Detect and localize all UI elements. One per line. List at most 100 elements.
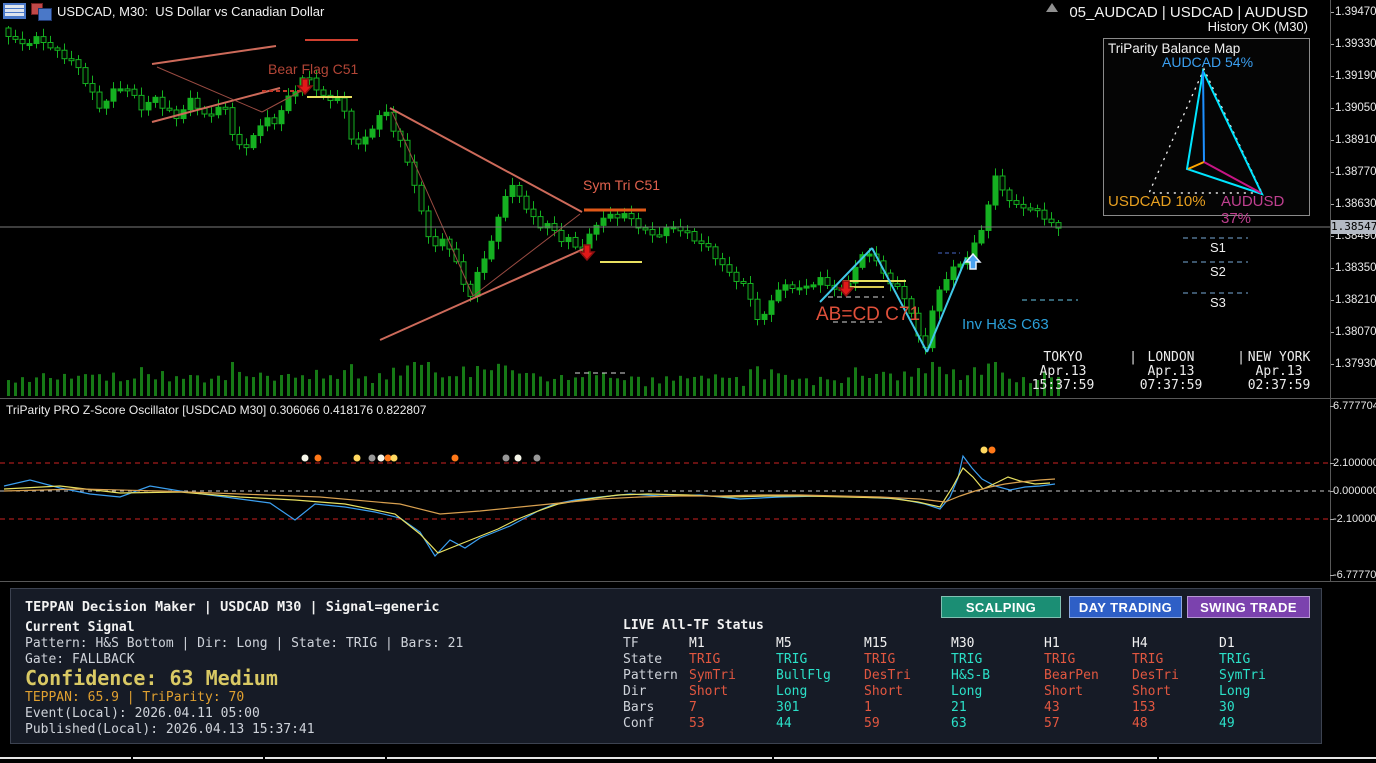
oscillator-signal-dot [451,454,459,462]
buy-signal-arrow-icon [964,252,982,270]
oscillator-signal-dot [353,454,361,462]
scalping-button[interactable]: SCALPING [941,596,1061,618]
decision-maker-panel: TEPPAN Decision Maker | USDCAD M30 | Sig… [10,588,1322,744]
confidence-line: Confidence: 63 Medium [25,666,278,690]
sr-label-s1: S1 [1210,240,1226,255]
tf-cell-m5: Long [776,684,808,699]
tf-cell-h1: 57 [1044,716,1060,731]
session-name: NEW YORK [1247,350,1311,365]
alltf-status-title: LIVE All-TF Status [623,618,764,633]
tf-cell-m15: TRIG [864,652,896,667]
session-time: 02:37:59 [1247,378,1311,393]
current-signal-title: Current Signal [25,620,135,635]
tf-row-label: Pattern [623,668,678,683]
tf-cell-m1: 53 [689,716,705,731]
price-axis-label: 1.38770 [1335,166,1376,178]
tf-row-label: State [623,652,663,667]
price-axis-label: 1.39050 [1335,102,1376,114]
swing-trade-button[interactable]: SWING TRADE [1187,596,1310,618]
terminal-frame-segment [774,757,1157,759]
current-price-box: 1.38547 [1331,220,1376,234]
gate-line: Gate: FALLBACK [25,652,135,667]
oscillator-signal-dot [301,454,309,462]
price-axis[interactable]: 1.39470 1.39330 1.39190 1.39050 1.38910 1.387… [1330,0,1376,398]
price-axis-label: 1.38350 [1335,262,1376,274]
tf-row-label: Conf [623,716,655,731]
pattern-overlay-line [151,45,277,65]
oscillator-signal-dot [377,454,385,462]
oscillator-title: TriParity PRO Z-Score Oscillator [USDCAD… [6,403,427,417]
price-axis-label: 1.39330 [1335,38,1376,50]
pattern-label-abcd: AB=CD C71 [816,304,921,325]
osc-axis-label: -6.777704 [1333,569,1376,581]
panel-separator-bottom[interactable] [0,581,1376,582]
oscillator-signal-dot [980,446,988,454]
tf-cell-d1: D1 [1219,636,1235,651]
published-line: Published(Local): 2026.04.13 15:37:41 [25,722,315,737]
tf-cell-h4: 153 [1132,700,1156,715]
sr-label-s3: S3 [1210,295,1226,310]
tf-cell-m1: Short [689,684,729,699]
tf-row-label: TF [623,636,639,651]
price-axis-label: 1.38910 [1335,134,1376,146]
price-axis-label: 1.38070 [1335,326,1376,338]
osc-axis-tick [1330,519,1334,520]
terminal-frame-segment [1159,757,1376,759]
tf-cell-h1: H1 [1044,636,1060,651]
pattern-overlay-line [151,87,281,123]
triparity-balance-map: TriParity Balance Map AUDCAD 54% USDCAD … [1103,38,1310,227]
oscillator-signal-dot [988,446,996,454]
osc-axis-tick [1330,491,1334,492]
tf-row-label: Dir [623,684,647,699]
tf-cell-m15: M15 [864,636,888,651]
panel-separator-top[interactable] [0,398,1376,399]
osc-axis-label: -2.100000 [1333,513,1376,525]
osc-axis-label: 2.100000 [1333,457,1376,469]
tf-cell-h1: TRIG [1044,652,1076,667]
session-date: Apr.13 [1255,364,1303,379]
tf-cell-h4: 48 [1132,716,1148,731]
price-axis-label: 1.39470 [1335,6,1376,18]
price-axis-label: 1.38210 [1335,294,1376,306]
tf-cell-m5: BullFlg [776,668,831,683]
osc-axis-label: 6.777704 [1333,400,1376,412]
price-axis-label: 1.37930 [1335,358,1376,370]
tf-cell-m30: H&S-B [951,668,991,683]
day-trading-button[interactable]: DAY TRADING [1069,596,1182,618]
tf-cell-m30: M30 [951,636,975,651]
chart-symbol-title: USDCAD, M30: US Dollar vs Canadian Dolla… [57,4,325,19]
tf-cell-m15: DesTri [864,668,911,683]
balance-map-audusd-label: AUDUSD 37% [1221,193,1285,227]
tf-cell-m1: SymTri [689,668,736,683]
tf-cell-m30: Long [951,684,983,699]
pattern-overlay-line [156,66,263,113]
osc-axis-label: 0.000000 [1333,485,1376,497]
tf-cell-d1: TRIG [1219,652,1251,667]
zscore-line-yellow [3,467,1051,554]
chart-shift-marker-icon [1046,3,1058,12]
tf-cell-h4: H4 [1132,636,1148,651]
terminal-frame-segment [387,757,772,759]
oscillator-signal-dot [502,454,510,462]
tf-cell-m15: 1 [864,700,872,715]
tf-cell-m5: M5 [776,636,792,651]
tf-cell-m1: M1 [689,636,705,651]
oscillator-signal-dot [533,454,541,462]
tf-cell-h4: Short [1132,684,1172,699]
chart-grid-icon[interactable] [3,3,26,19]
tf-cell-m5: 44 [776,716,792,731]
oscillator-signal-dot [368,454,376,462]
pattern-label-bear-flag: Bear Flag C51 [268,61,359,77]
osc-axis-tick [1330,406,1334,407]
tf-cell-h4: TRIG [1132,652,1164,667]
bar-chart-icon[interactable] [31,3,52,21]
balance-map-usdcad-label: USDCAD 10% [1108,193,1206,210]
scores-line: TEPPAN: 65.9 | TriParity: 70 [25,690,245,705]
event-line: Event(Local): 2026.04.11 05:00 [25,706,260,721]
oscillator-signal-dot [314,454,322,462]
osc-axis-tick [1330,463,1334,464]
oscillator-axis[interactable]: 6.777704 2.100000 0.000000 -2.100000 -6.7777… [1330,398,1376,581]
tf-cell-m1: 7 [689,700,697,715]
osc-axis-tick [1330,575,1334,576]
trading-terminal-window: USDCAD, M30: US Dollar vs Canadian Dolla… [0,0,1376,763]
